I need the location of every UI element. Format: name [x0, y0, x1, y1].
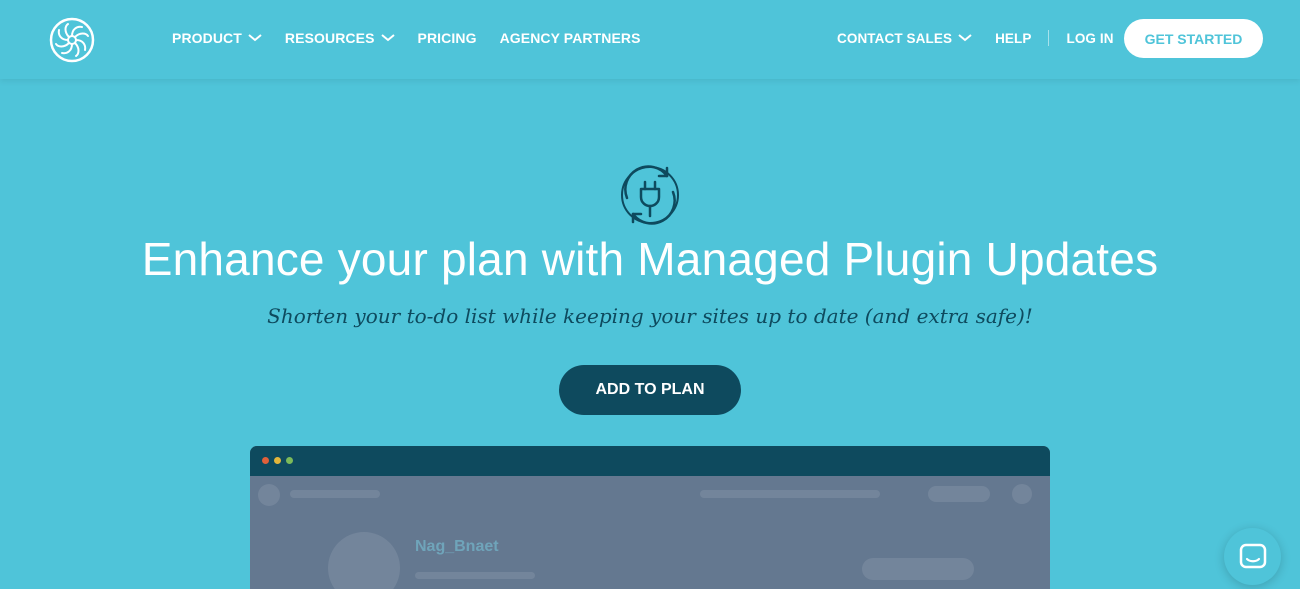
mockup-avatar-small — [1012, 484, 1032, 504]
mockup-action-button — [862, 558, 974, 580]
chevron-down-icon — [958, 34, 972, 42]
mockup-logo — [258, 484, 280, 506]
nav-divider — [1048, 30, 1050, 46]
nav-item-product[interactable]: PRODUCT — [172, 30, 262, 46]
contact-sales-link[interactable]: CONTACT SALES — [837, 31, 972, 46]
log-in-label: LOG IN — [1066, 30, 1114, 46]
window-close-dot — [262, 457, 269, 464]
primary-nav: PRODUCT RESOURCES PRICING AGENCY PARTNER… — [172, 30, 664, 46]
nav-item-resources[interactable]: RESOURCES — [285, 30, 395, 46]
secondary-nav: CONTACT SALES HELP LOG IN — [837, 30, 1114, 46]
chat-bubble-icon — [1239, 543, 1266, 568]
top-navigation: PRODUCT RESOURCES PRICING AGENCY PARTNER… — [0, 0, 1300, 79]
add-to-plan-button[interactable]: ADD TO PLAN — [559, 365, 741, 415]
window-minimize-dot — [274, 457, 281, 464]
nav-item-agency-partners[interactable]: AGENCY PARTNERS — [500, 30, 641, 46]
nav-item-label: PRODUCT — [172, 30, 242, 46]
plugin-refresh-icon — [621, 165, 679, 225]
spiral-logo-icon[interactable] — [49, 17, 95, 63]
chat-launcher-button[interactable] — [1224, 528, 1281, 585]
browser-title-bar — [250, 446, 1050, 476]
window-maximize-dot — [286, 457, 293, 464]
nav-item-pricing[interactable]: PRICING — [418, 30, 477, 46]
help-label: HELP — [995, 30, 1032, 46]
nav-item-label: RESOURCES — [284, 30, 375, 46]
mockup-nav-links — [700, 490, 880, 498]
nav-item-label: PRICING — [417, 30, 477, 46]
mockup-nav-text — [290, 490, 380, 498]
page-title: Enhance your plan with Managed Plugin Up… — [141, 233, 1159, 285]
page-subtitle: Shorten your to-do list while keeping yo… — [267, 304, 1033, 328]
mockup-nav-button — [928, 486, 990, 502]
browser-content: Nag_Bnaet — [250, 476, 1050, 589]
chevron-down-icon — [380, 34, 395, 42]
contact-sales-label: CONTACT SALES — [837, 30, 953, 46]
avatar — [328, 532, 400, 589]
get-started-button[interactable]: GET STARTED — [1124, 19, 1263, 58]
mockup-user-name: Nag_Bnaet — [415, 538, 499, 555]
dashboard-preview-mockup: Nag_Bnaet — [250, 446, 1050, 589]
log-in-link[interactable]: LOG IN — [1066, 31, 1113, 46]
chevron-down-icon — [248, 34, 262, 42]
help-link[interactable]: HELP — [995, 31, 1031, 46]
nav-item-label: AGENCY PARTNERS — [499, 30, 641, 46]
mockup-user-meta — [415, 572, 535, 579]
